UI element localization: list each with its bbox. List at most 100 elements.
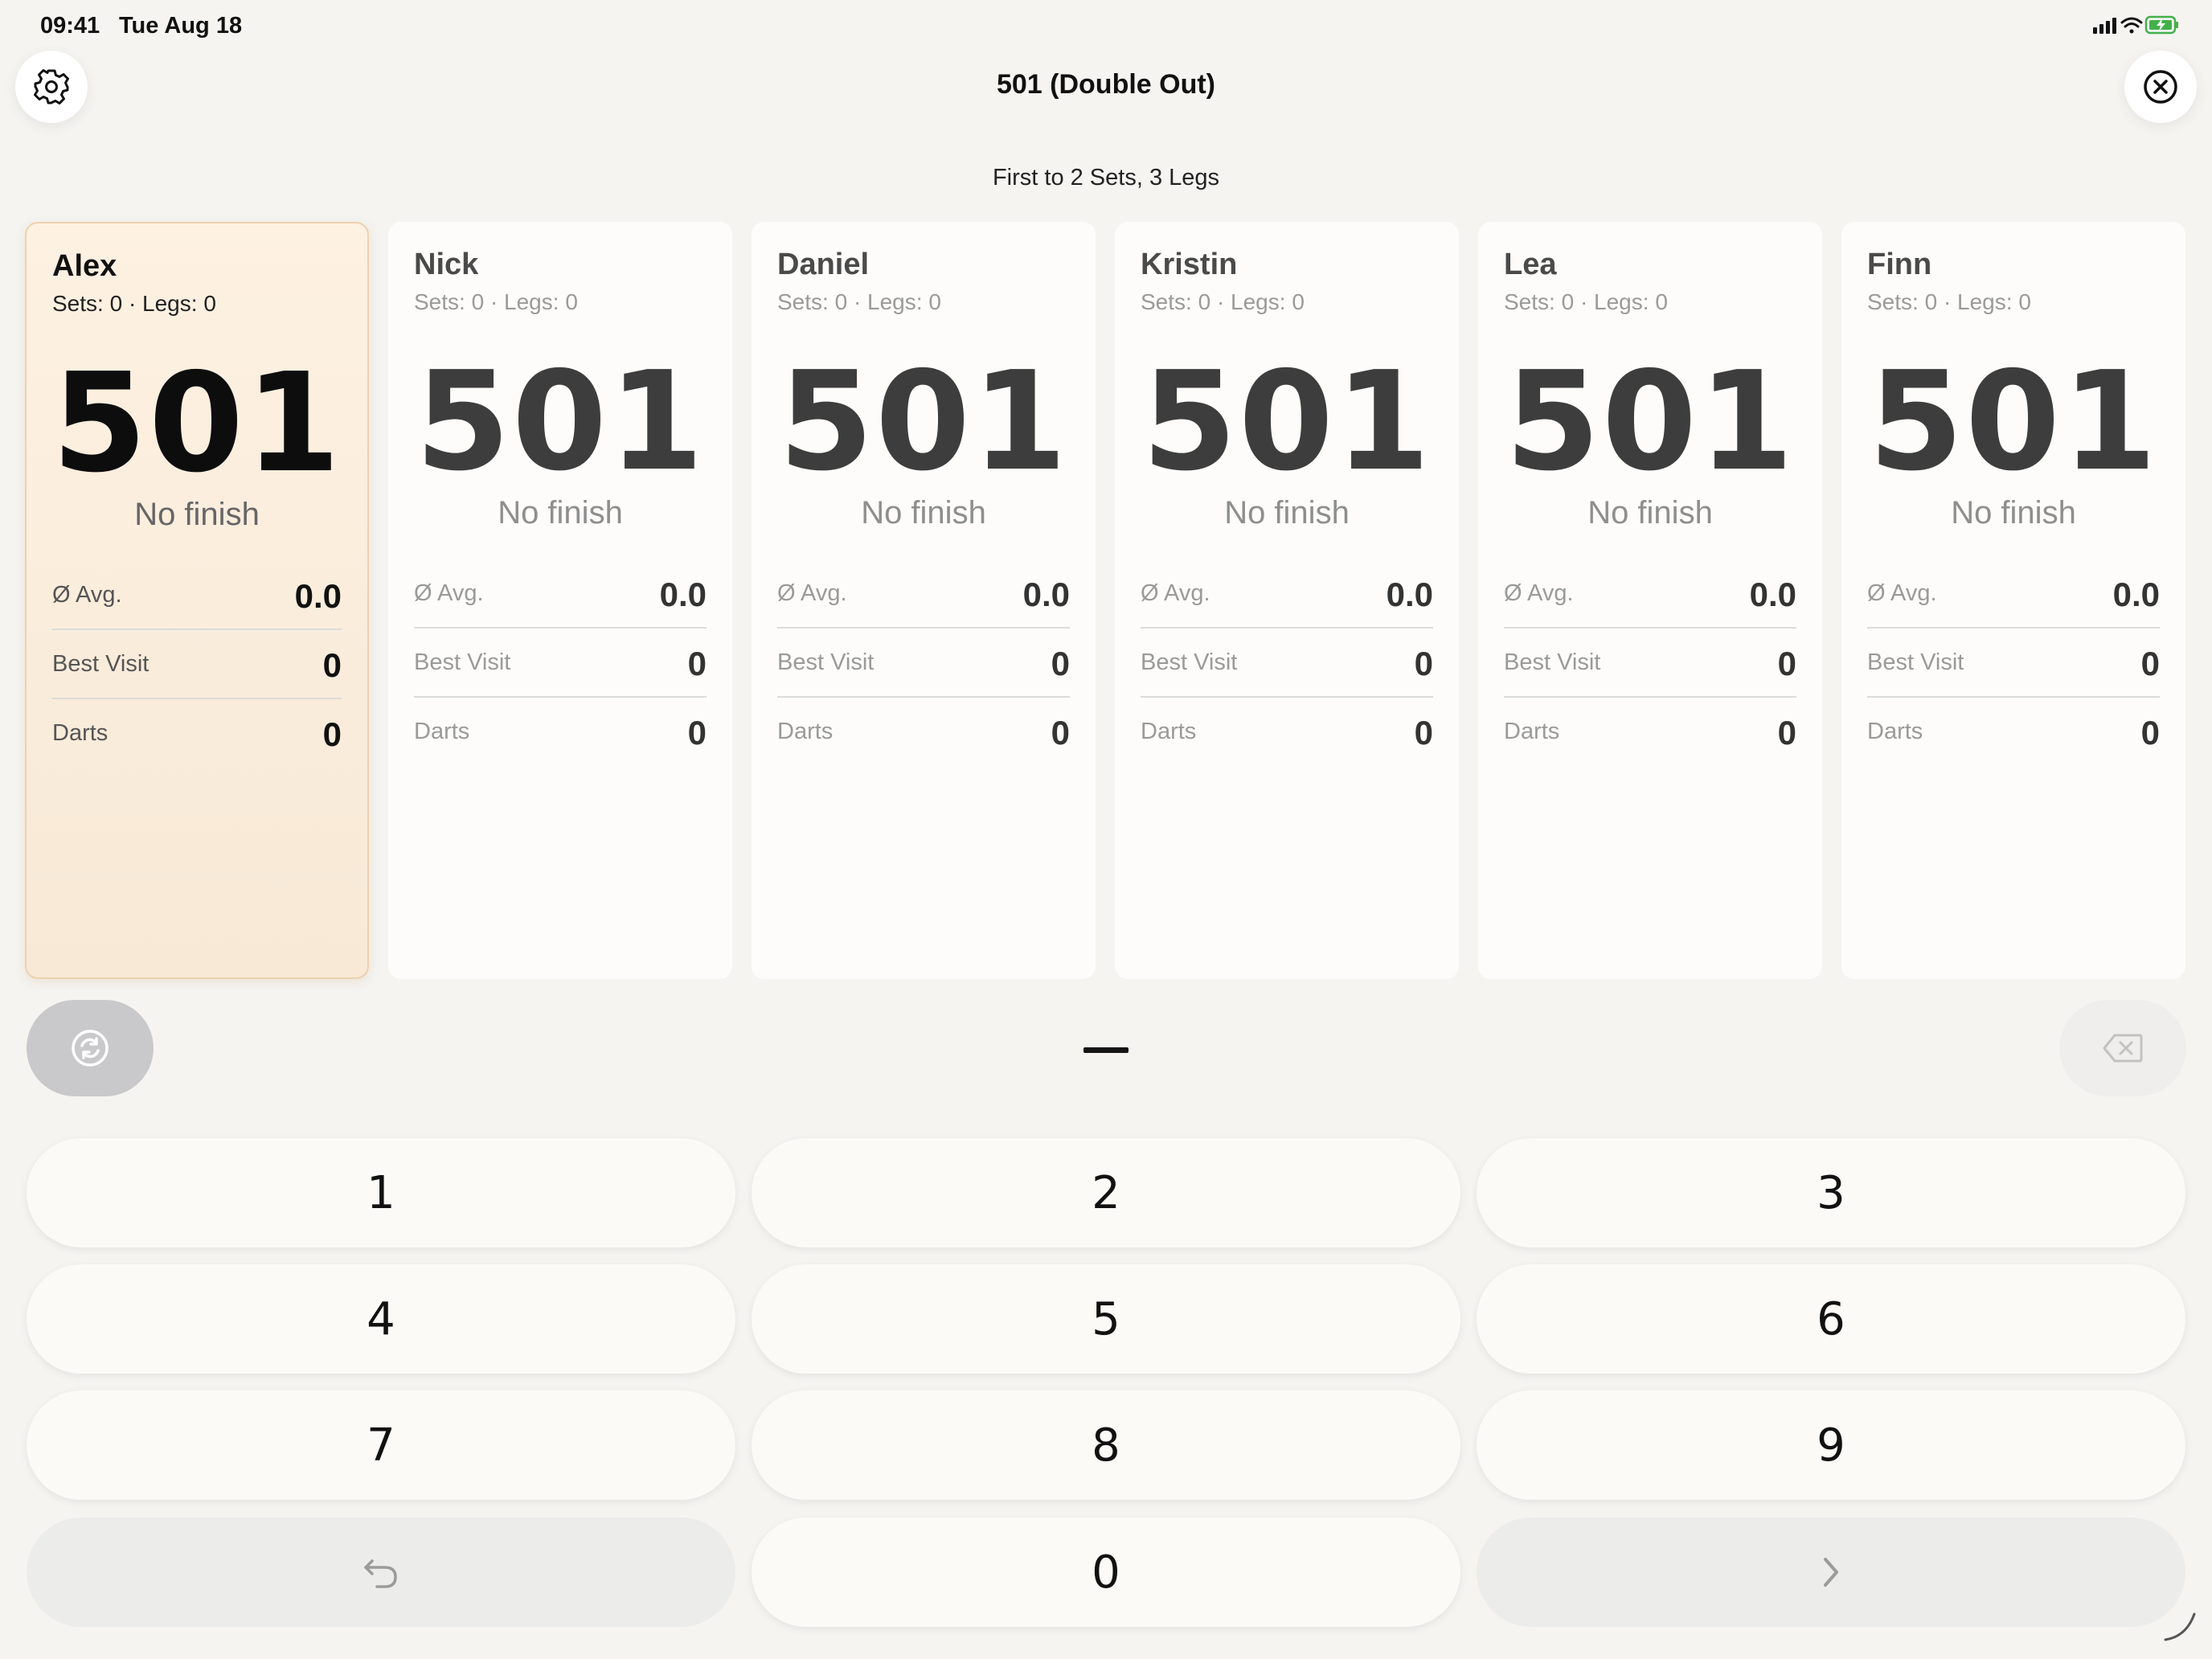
- player-card-lea[interactable]: Lea Sets: 0 · Legs: 0 501 No finish Ø Av…: [1478, 222, 1822, 979]
- player-card-daniel[interactable]: Daniel Sets: 0 · Legs: 0 501 No finish Ø…: [752, 222, 1096, 979]
- stat-darts: Darts 0: [777, 696, 1070, 765]
- stat-darts: Darts 0: [1867, 696, 2160, 765]
- stat-best-visit: Best Visit 0: [1867, 627, 2160, 698]
- stat-label: Ø Avg.: [52, 582, 122, 608]
- player-score: 501: [1505, 342, 1796, 502]
- stat-best-visit: Best Visit 0: [1504, 627, 1796, 698]
- stat-value: 0: [1414, 645, 1433, 682]
- switch-player-button[interactable]: [27, 1000, 154, 1096]
- player-card-finn[interactable]: Finn Sets: 0 · Legs: 0 501 No finish Ø A…: [1841, 222, 2185, 979]
- status-date: Tue Aug 18: [119, 13, 243, 39]
- player-card-nick[interactable]: Nick Sets: 0 · Legs: 0 501 No finish Ø A…: [388, 222, 732, 979]
- player-sets-legs: Sets: 0 · Legs: 0: [414, 289, 578, 314]
- stat-label: Ø Avg.: [414, 580, 484, 606]
- key-0[interactable]: 0: [752, 1518, 1460, 1627]
- stat-value: 0.0: [294, 577, 342, 615]
- stat-label: Best Visit: [414, 649, 511, 675]
- finish-suggestion: No finish: [861, 495, 986, 530]
- stat-darts: Darts 0: [414, 696, 707, 765]
- player-name: Finn: [1867, 248, 1932, 281]
- stat-best-visit: Best Visit 0: [1141, 627, 1433, 698]
- stat-label: Darts: [1504, 719, 1560, 744]
- stat-darts: Darts 0: [1504, 696, 1796, 765]
- key-5[interactable]: 5: [752, 1264, 1460, 1374]
- stat-label: Ø Avg.: [1141, 580, 1210, 606]
- player-score: 501: [1141, 342, 1432, 502]
- stat-average: Ø Avg. 0.0: [1867, 558, 2160, 629]
- page-title: 501 (Double Out): [996, 69, 1216, 100]
- stat-darts: Darts 0: [52, 698, 342, 767]
- status-icons: [2093, 15, 2178, 35]
- stat-value: 0: [687, 714, 707, 752]
- stat-value: 0: [2140, 714, 2160, 752]
- stat-value: 0: [1777, 714, 1796, 752]
- player-card-kristin[interactable]: Kristin Sets: 0 · Legs: 0 501 No finish …: [1115, 222, 1459, 979]
- stat-label: Ø Avg.: [777, 580, 847, 606]
- player-name: Alex: [52, 249, 117, 283]
- player-card-alex[interactable]: Alex Sets: 0 · Legs: 0 501 No finish Ø A…: [25, 222, 369, 979]
- stat-value: 0.0: [1022, 576, 1070, 613]
- stat-average: Ø Avg. 0.0: [777, 558, 1070, 629]
- stat-average: Ø Avg. 0.0: [1504, 558, 1796, 629]
- undo-button[interactable]: [27, 1518, 735, 1627]
- player-score: 501: [51, 344, 342, 503]
- stat-average: Ø Avg. 0.0: [414, 558, 707, 629]
- player-sets-legs: Sets: 0 · Legs: 0: [1141, 289, 1305, 314]
- stat-label: Ø Avg.: [1867, 580, 1937, 606]
- stat-average: Ø Avg. 0.0: [1141, 558, 1433, 629]
- next-button[interactable]: [1477, 1518, 2185, 1627]
- finish-suggestion: No finish: [1951, 495, 2076, 530]
- stat-best-visit: Best Visit 0: [52, 629, 342, 699]
- player-score: 501: [778, 342, 1069, 502]
- stat-value: 0: [322, 646, 342, 684]
- key-2[interactable]: 2: [752, 1138, 1460, 1247]
- stat-label: Best Visit: [1504, 649, 1601, 675]
- stat-value: 0: [1051, 645, 1070, 682]
- close-circle-icon: [2144, 70, 2177, 104]
- stat-value: 0: [1051, 714, 1070, 752]
- stat-value: 0: [687, 645, 707, 682]
- player-name: Lea: [1504, 248, 1557, 281]
- stat-average: Ø Avg. 0.0: [52, 559, 342, 630]
- key-4[interactable]: 4: [27, 1264, 735, 1374]
- chevron-right-icon: [1824, 1558, 1838, 1587]
- key-1[interactable]: 1: [27, 1138, 735, 1247]
- close-button[interactable]: [2124, 51, 2197, 123]
- key-3[interactable]: 3: [1477, 1138, 2185, 1247]
- finish-suggestion: No finish: [1224, 495, 1350, 530]
- stat-label: Darts: [52, 720, 109, 746]
- stat-value: 0.0: [1749, 576, 1796, 613]
- key-6[interactable]: 6: [1477, 1264, 2185, 1374]
- stat-best-visit: Best Visit 0: [414, 627, 707, 698]
- wifi-icon: [2120, 17, 2143, 34]
- stat-label: Best Visit: [52, 651, 150, 677]
- player-name: Daniel: [777, 248, 870, 281]
- stat-label: Best Visit: [777, 649, 875, 675]
- stat-label: Darts: [414, 719, 470, 744]
- stat-value: 0.0: [1386, 576, 1433, 613]
- player-sets-legs: Sets: 0 · Legs: 0: [1504, 289, 1668, 314]
- score-input-display: [1083, 1047, 1129, 1053]
- refresh-circle-icon: [72, 1030, 109, 1067]
- stat-value: 0: [1414, 714, 1433, 752]
- undo-arrow-icon: [364, 1559, 397, 1588]
- backspace-button[interactable]: [2059, 1000, 2186, 1096]
- status-bar: 09:41 Tue Aug 18: [0, 0, 2212, 50]
- player-score: 501: [415, 342, 706, 502]
- key-8[interactable]: 8: [752, 1391, 1460, 1500]
- key-9[interactable]: 9: [1477, 1391, 2185, 1500]
- player-sets-legs: Sets: 0 · Legs: 0: [52, 291, 216, 316]
- player-score: 501: [1868, 342, 2159, 502]
- key-7[interactable]: 7: [27, 1391, 735, 1500]
- stat-value: 0.0: [659, 576, 707, 613]
- cellular-signal-icon: [2093, 18, 2116, 34]
- player-sets-legs: Sets: 0 · Legs: 0: [1867, 289, 2031, 314]
- player-sets-legs: Sets: 0 · Legs: 0: [777, 289, 941, 314]
- status-time: 09:41: [40, 13, 100, 39]
- finish-suggestion: No finish: [134, 497, 260, 532]
- stat-value: 0: [1777, 645, 1796, 682]
- stat-value: 0: [322, 715, 342, 753]
- stat-darts: Darts 0: [1141, 696, 1433, 765]
- player-name: Kristin: [1141, 248, 1238, 281]
- player-name: Nick: [414, 248, 479, 281]
